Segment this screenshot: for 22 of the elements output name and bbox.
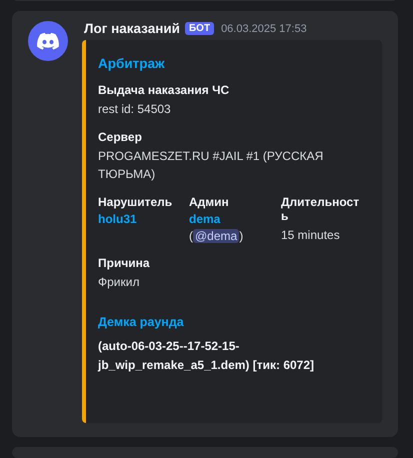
field-value: (auto-06-03-25--17-52-15-jb_wip_remake_a5_1.dem) [тик: 6072] bbox=[98, 338, 316, 374]
field-value: 15 minutes bbox=[281, 227, 341, 244]
field-name: Длительность bbox=[281, 195, 360, 223]
embed-title: Арбитраж bbox=[98, 56, 166, 71]
field-name: Причина bbox=[98, 256, 151, 270]
user-link[interactable]: dema bbox=[189, 212, 281, 226]
field-value: rest id: 54503 bbox=[98, 101, 172, 118]
field-value: Фрикил bbox=[98, 274, 140, 291]
avatar-icon bbox=[28, 21, 68, 61]
field-name: Сервер bbox=[98, 130, 143, 144]
parenthesis: ) bbox=[239, 229, 244, 243]
field-name: Нарушитель bbox=[98, 195, 174, 209]
field-name: Админ bbox=[189, 195, 230, 209]
bot-badge: БОТ bbox=[184, 22, 214, 35]
user-mention[interactable]: @dema bbox=[193, 229, 240, 243]
field-name: Демка раунда bbox=[98, 315, 185, 329]
parenthesis: ( bbox=[189, 229, 193, 243]
field-name: Выдача наказания ЧС bbox=[98, 83, 230, 97]
timestamp: 06.03.2025 17:53 bbox=[221, 22, 307, 34]
user-link[interactable]: holu31 bbox=[98, 212, 189, 226]
author-name[interactable]: Лог наказаний bbox=[84, 21, 180, 36]
field-value: PROGAMESZET.RU #JAIL #1 (РУССКАЯ ТЮРЬМА) bbox=[98, 148, 324, 183]
